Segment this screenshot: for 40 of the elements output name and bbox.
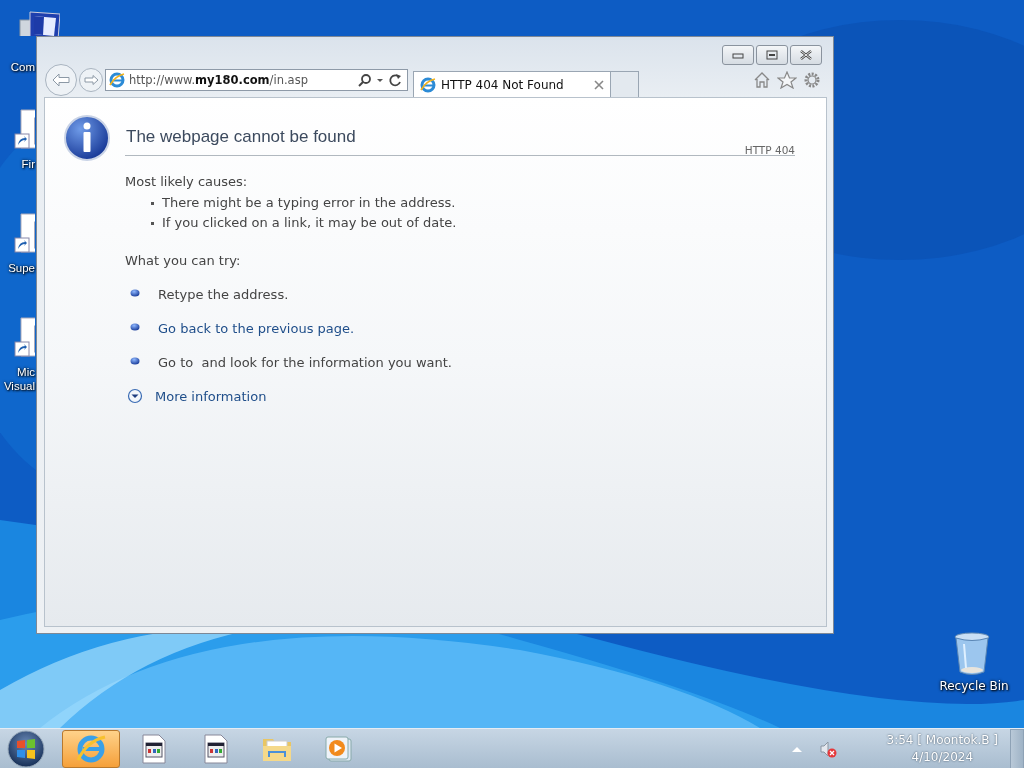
- expand-icon[interactable]: [127, 388, 143, 404]
- settings-icon[interactable]: [803, 71, 821, 89]
- suggestion-text: Retype the address.: [158, 287, 289, 302]
- url-text[interactable]: http://www.my180.com/in.asp: [129, 73, 354, 87]
- icon-label[interactable]: Visual: [3, 379, 35, 393]
- icon-label[interactable]: Supe: [8, 261, 35, 275]
- cause-text: If you clicked on a link, it may be out of date.: [162, 214, 457, 232]
- back-link[interactable]: Go back to the previous page.: [158, 321, 355, 336]
- icon-label[interactable]: Fir: [21, 157, 35, 171]
- section-heading: What you can try:: [125, 253, 242, 268]
- back-button[interactable]: [44, 63, 78, 97]
- icon-label[interactable]: Recycle Bin: [939, 679, 1009, 693]
- more-information-link[interactable]: More information: [155, 388, 267, 404]
- muted-speaker-icon[interactable]: [818, 739, 837, 758]
- start-button[interactable]: [6, 728, 46, 768]
- refresh-icon[interactable]: [388, 73, 402, 87]
- bullet-icon: [130, 357, 140, 365]
- info-icon: [63, 114, 111, 162]
- restore-button[interactable]: [756, 45, 788, 65]
- close-icon[interactable]: [594, 79, 604, 90]
- browser-tab[interactable]: HTTP 404 Not Found: [413, 71, 611, 97]
- suggestion-text: Go to and look for the information you want.: [158, 355, 452, 370]
- error-code: HTTP 404: [744, 144, 795, 156]
- minimize-button[interactable]: [722, 45, 754, 65]
- close-button[interactable]: [790, 45, 822, 65]
- section-heading: Most likely causes:: [125, 174, 249, 189]
- browser-icon: [109, 72, 125, 88]
- bullet-icon: [130, 323, 140, 331]
- icon-label[interactable]: Com: [10, 60, 35, 74]
- icon-label[interactable]: Mic: [17, 365, 35, 379]
- bullet-icon: [130, 289, 140, 297]
- bullet-icon: [151, 221, 154, 225]
- home-icon[interactable]: [753, 71, 771, 89]
- browser-icon: [420, 76, 436, 93]
- search-icon[interactable]: [358, 73, 372, 87]
- bullet-icon: [151, 201, 154, 205]
- star-icon[interactable]: [777, 71, 797, 89]
- address-bar[interactable]: http://www.my180.com/in.asp: [105, 69, 408, 91]
- cause-text: There might be a typing error in the address.: [162, 194, 456, 212]
- tab-title[interactable]: HTTP 404 Not Found: [441, 77, 589, 92]
